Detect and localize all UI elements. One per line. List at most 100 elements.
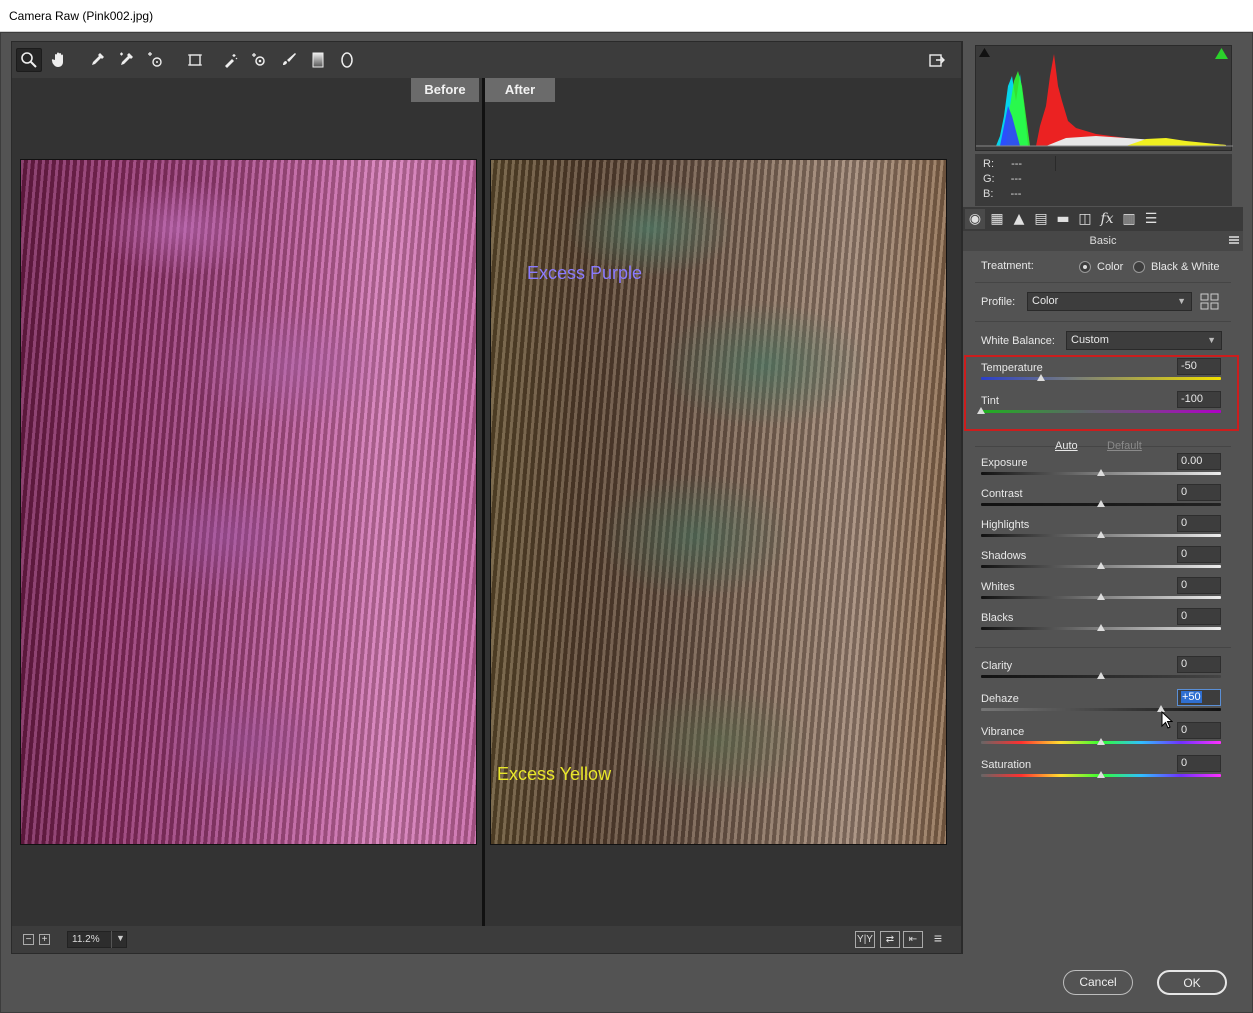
exposure-value-field[interactable]: 0.00 <box>1177 453 1221 470</box>
targeted-adjustment-tool-button[interactable] <box>142 48 168 72</box>
zoom-out-button[interactable]: − <box>23 934 34 945</box>
blacks-value: 0 <box>1181 610 1188 622</box>
profile-select[interactable]: Color ▼ <box>1027 292 1192 311</box>
whites-slider-thumb[interactable] <box>1097 593 1105 600</box>
exposure-slider-thumb[interactable] <box>1097 469 1105 476</box>
treatment-color-radio[interactable] <box>1079 261 1091 273</box>
saturation-value: 0 <box>1181 757 1188 769</box>
magnifier-icon <box>21 52 37 68</box>
preview-area: Before After Excess Purple Excess Yellow… <box>11 41 962 954</box>
copy-settings-button[interactable]: ⇤ <box>903 931 923 948</box>
whites-value-field[interactable]: 0 <box>1177 577 1221 594</box>
open-preferences-button[interactable] <box>924 48 950 72</box>
shadows-label: Shadows <box>981 550 1027 562</box>
transform-icon <box>188 54 202 66</box>
shadows-value-field[interactable]: 0 <box>1177 546 1221 563</box>
panel-title: Basic <box>1089 235 1117 247</box>
treatment-label: Treatment: <box>981 260 1034 272</box>
before-photo <box>20 159 477 845</box>
red-eye-icon <box>252 53 265 66</box>
hand-tool-button[interactable] <box>46 48 72 72</box>
lens-corrections-tab-icon[interactable]: ◫ <box>1075 209 1095 229</box>
hsl-tab-icon[interactable]: ▤ <box>1031 209 1051 229</box>
zoom-tool-button[interactable] <box>16 48 42 72</box>
histogram <box>975 45 1233 151</box>
panel-header: Basic <box>963 231 1243 251</box>
exposure-value: 0.00 <box>1181 455 1203 467</box>
split-toning-tab-icon[interactable]: ▬ <box>1053 209 1073 229</box>
contrast-label: Contrast <box>981 488 1023 500</box>
whites-label: Whites <box>981 581 1015 593</box>
detail-tab-icon[interactable]: ▲ <box>1009 209 1029 229</box>
transform-tool-button[interactable] <box>182 48 208 72</box>
saturation-value-field[interactable]: 0 <box>1177 755 1221 772</box>
vibrance-value-field[interactable]: 0 <box>1177 722 1221 739</box>
white-balance-select[interactable]: Custom ▼ <box>1066 331 1222 350</box>
temperature-slider-thumb[interactable] <box>1037 374 1045 381</box>
highlights-value-field[interactable]: 0 <box>1177 515 1221 532</box>
swap-settings-button[interactable]: ⇄ <box>880 931 900 948</box>
temperature-slider-track[interactable] <box>981 377 1221 380</box>
tint-label: Tint <box>981 395 999 407</box>
view-mode-button[interactable]: Y|Y <box>855 931 875 948</box>
spot-removal-tool-button[interactable] <box>217 48 243 72</box>
chevron-down-icon[interactable]: ▼ <box>111 931 129 948</box>
contrast-value-field[interactable]: 0 <box>1177 484 1221 501</box>
panel-tabs: ◉ ▦ ▲ ▤ ▬ ◫ fx ▥ ☰ <box>963 207 1243 231</box>
profile-browser-icon[interactable] <box>1200 293 1220 310</box>
before-label[interactable]: Before <box>411 78 479 102</box>
radial-filter-tool-button[interactable] <box>334 48 360 72</box>
panel-menu-icon[interactable] <box>1229 236 1239 244</box>
profile-label: Profile: <box>981 296 1016 308</box>
basic-tab-icon[interactable]: ◉ <box>965 209 985 229</box>
calibration-tab-icon[interactable]: ▥ <box>1119 209 1139 229</box>
blacks-value-field[interactable]: 0 <box>1177 608 1221 625</box>
excess-yellow-annotation: Excess Yellow <box>497 764 612 784</box>
settings-toggle-button[interactable]: ≡ <box>928 931 948 948</box>
vibrance-slider-thumb[interactable] <box>1097 738 1105 745</box>
zoom-in-button[interactable]: + <box>39 934 50 945</box>
treatment-color-label[interactable]: Color <box>1097 261 1123 273</box>
after-label[interactable]: After <box>485 78 555 102</box>
graduated-filter-tool-button[interactable] <box>305 48 331 72</box>
default-link[interactable]: Default <box>1107 440 1142 452</box>
after-photo: Excess Purple Excess Yellow <box>490 159 947 845</box>
saturation-slider-thumb[interactable] <box>1097 771 1105 778</box>
temperature-value-field[interactable]: -50 <box>1177 358 1221 375</box>
contrast-slider-thumb[interactable] <box>1097 500 1105 507</box>
adjustment-brush-tool-button[interactable] <box>276 48 302 72</box>
treatment-bw-radio[interactable] <box>1133 261 1145 273</box>
red-eye-tool-button[interactable] <box>246 48 272 72</box>
tone-curve-tab-icon[interactable]: ▦ <box>987 209 1007 229</box>
preview-canvas[interactable]: Before After Excess Purple Excess Yellow <box>12 78 961 926</box>
tint-value-field[interactable]: -100 <box>1177 391 1221 408</box>
clarity-slider-thumb[interactable] <box>1097 672 1105 679</box>
adjustment-panel: R: --- G: --- B: --- ◉ ▦ ▲ ▤ ▬ ◫ fx ▥ ☰ … <box>962 41 1243 954</box>
treatment-bw-label[interactable]: Black & White <box>1151 261 1219 273</box>
presets-tab-icon[interactable]: ☰ <box>1141 209 1161 229</box>
highlights-slider-thumb[interactable] <box>1097 531 1105 538</box>
blacks-slider-thumb[interactable] <box>1097 624 1105 631</box>
blacks-label: Blacks <box>981 612 1014 624</box>
b-value: --- <box>1010 188 1022 200</box>
effects-tab-icon[interactable]: fx <box>1097 209 1117 229</box>
dehaze-value: +50 <box>1181 691 1202 703</box>
divider <box>975 647 1231 648</box>
ok-button[interactable]: OK <box>1157 970 1227 995</box>
color-sampler-tool-button[interactable] <box>113 48 139 72</box>
tint-slider-thumb[interactable] <box>977 407 985 414</box>
auto-link[interactable]: Auto <box>1055 440 1078 452</box>
readout-divider <box>1055 156 1056 171</box>
vibrance-label: Vibrance <box>981 726 1025 738</box>
tint-slider-track[interactable] <box>981 410 1221 413</box>
dehaze-value-field[interactable]: +50 <box>1177 689 1221 706</box>
cancel-button[interactable]: Cancel <box>1063 970 1133 995</box>
eyedropper-icon <box>92 53 104 65</box>
shadows-slider-thumb[interactable] <box>1097 562 1105 569</box>
white-balance-tool-button[interactable] <box>84 48 110 72</box>
dehaze-slider-track[interactable] <box>981 708 1221 711</box>
r-label: R: <box>983 158 994 170</box>
clarity-value-field[interactable]: 0 <box>1177 656 1221 673</box>
shadows-value: 0 <box>1181 548 1188 560</box>
target-adjust-icon <box>148 52 162 67</box>
